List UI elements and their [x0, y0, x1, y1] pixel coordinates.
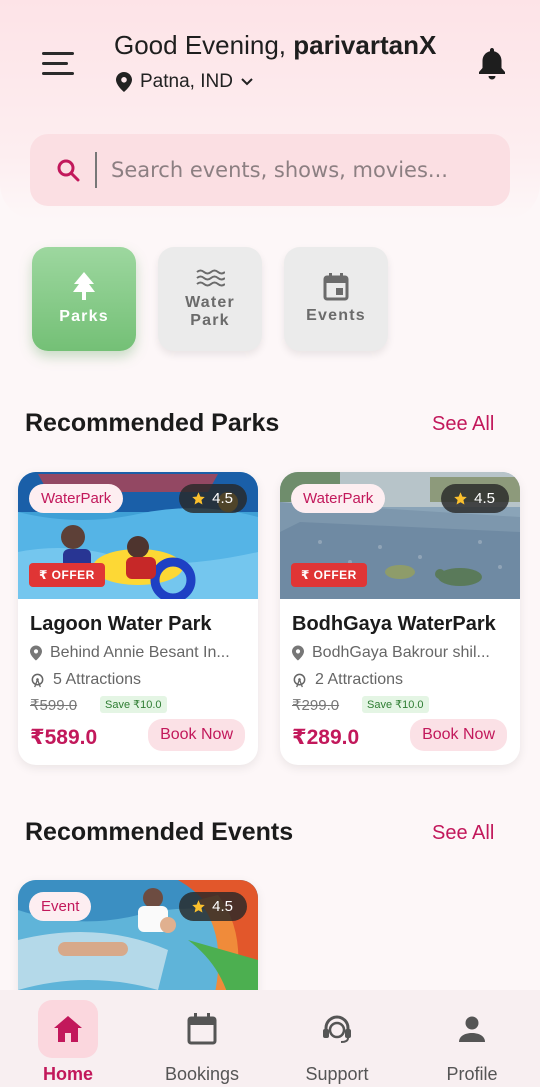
nav-icon-container — [172, 1000, 232, 1058]
category-tag: Event — [29, 892, 92, 921]
address-text: BodhGaya Bakrour shil... — [312, 644, 490, 661]
location-label: Patna, IND — [140, 71, 233, 92]
park-image: WaterPark 4.5 ₹ OFFER — [18, 472, 258, 599]
book-now-button[interactable]: Book Now — [410, 719, 507, 751]
park-address: BodhGaya Bakrour shil... — [292, 644, 490, 662]
section-title-parks: Recommended Parks — [25, 409, 280, 437]
nav-label: Support — [305, 1064, 369, 1084]
park-name: BodhGaya WaterPark — [292, 613, 496, 635]
savings-badge: Save ₹10.0 — [100, 696, 167, 713]
savings-badge: Save ₹10.0 — [362, 696, 429, 713]
location-pin-icon — [292, 645, 304, 661]
original-price: ₹299.0 — [292, 697, 340, 714]
rating-value: 4.5 — [212, 898, 233, 915]
ferris-wheel-icon — [31, 673, 44, 687]
see-all-events-link[interactable]: See All — [432, 822, 494, 845]
category-tag: WaterPark — [291, 484, 386, 513]
ferris-wheel-icon — [293, 673, 306, 687]
nav-profile[interactable]: Profile — [412, 990, 532, 1087]
rating-badge: 4.5 — [179, 892, 247, 921]
park-attractions: 5 Attractions — [30, 671, 141, 689]
location-selector[interactable]: Patna, IND — [116, 71, 253, 93]
book-now-button[interactable]: Book Now — [148, 719, 245, 751]
nav-icon-container — [442, 1000, 502, 1058]
offer-badge: ₹ OFFER — [29, 563, 105, 587]
park-address: Behind Annie Besant In... — [30, 644, 230, 662]
category-label: Water Park — [185, 294, 235, 329]
nav-bookings[interactable]: Bookings — [142, 990, 262, 1087]
star-icon — [192, 900, 205, 913]
calendar-icon — [187, 1013, 217, 1045]
rating-value: 4.5 — [474, 490, 495, 507]
park-image: WaterPark 4.5 ₹ OFFER — [280, 472, 520, 599]
home-icon — [54, 1016, 82, 1042]
rating-badge: 4.5 — [179, 484, 247, 513]
location-pin-icon — [30, 645, 42, 661]
calendar-icon — [323, 273, 349, 301]
search-icon — [57, 159, 80, 182]
park-card[interactable]: WaterPark 4.5 ₹ OFFER BodhGaya WaterPark… — [280, 472, 520, 765]
category-parks[interactable]: Parks — [32, 247, 136, 351]
nav-label: Home — [42, 1064, 93, 1084]
category-label: Events — [306, 307, 366, 324]
park-name: Lagoon Water Park — [30, 613, 212, 635]
category-label: Parks — [59, 308, 109, 325]
rating-value: 4.5 — [212, 490, 233, 507]
nav-home[interactable]: Home — [8, 990, 128, 1087]
category-water-park[interactable]: Water Park — [158, 247, 262, 351]
nav-icon-container — [307, 1000, 367, 1058]
search-input[interactable] — [109, 157, 493, 183]
waves-icon — [196, 269, 225, 287]
park-attractions: 2 Attractions — [292, 671, 403, 689]
park-card[interactable]: WaterPark 4.5 ₹ OFFER Lagoon Water Park … — [18, 472, 258, 765]
search-bar[interactable] — [30, 134, 510, 206]
location-pin-icon — [116, 72, 132, 92]
price: ₹289.0 — [292, 726, 360, 749]
attractions-count: 5 Attractions — [53, 671, 142, 688]
greeting: Good Evening, parivartanX — [114, 30, 436, 61]
notification-bell-icon[interactable] — [478, 48, 506, 80]
see-all-parks-link[interactable]: See All — [432, 413, 494, 436]
tree-icon — [73, 272, 95, 300]
text-cursor — [95, 152, 97, 188]
price: ₹589.0 — [30, 726, 98, 749]
offer-badge: ₹ OFFER — [291, 563, 367, 587]
section-title-events: Recommended Events — [25, 818, 294, 846]
nav-label: Bookings — [164, 1064, 240, 1084]
category-events[interactable]: Events — [284, 247, 388, 351]
star-icon — [454, 492, 467, 505]
nav-label: Profile — [446, 1064, 498, 1084]
nav-support[interactable]: Support — [277, 990, 397, 1087]
attractions-count: 2 Attractions — [315, 671, 404, 688]
address-text: Behind Annie Besant In... — [50, 644, 230, 661]
chevron-down-icon — [241, 78, 253, 86]
greeting-text: Good Evening, — [114, 30, 294, 60]
nav-icon-container — [38, 1000, 98, 1058]
username: parivartanX — [293, 30, 437, 60]
bottom-navigation: Home Bookings Support Profile — [0, 990, 540, 1087]
star-icon — [192, 492, 205, 505]
rating-badge: 4.5 — [441, 484, 509, 513]
category-tag: WaterPark — [29, 484, 124, 513]
support-icon — [323, 1015, 351, 1043]
person-icon — [459, 1016, 485, 1042]
menu-button[interactable] — [42, 50, 76, 78]
original-price: ₹599.0 — [30, 697, 78, 714]
